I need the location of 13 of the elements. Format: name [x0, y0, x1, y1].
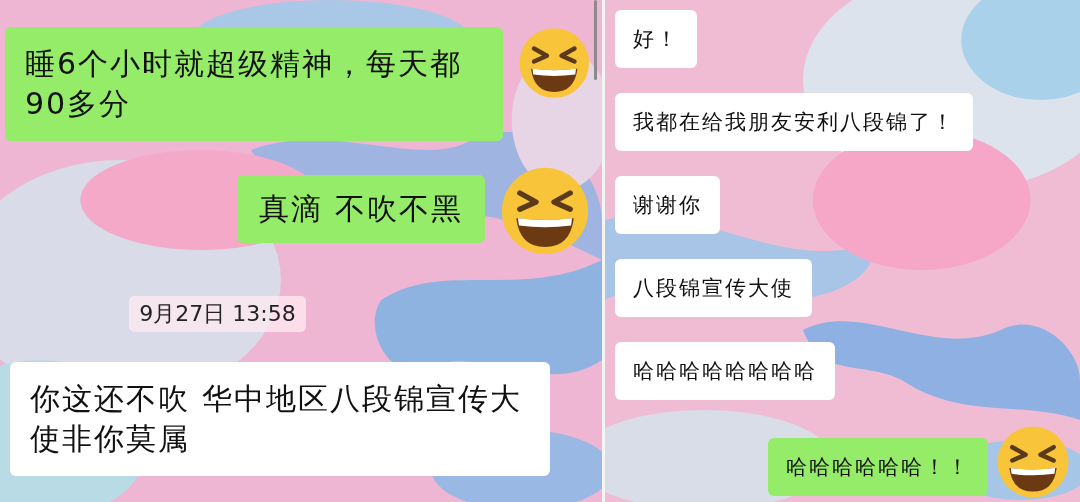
laughing-face-icon[interactable]: [500, 166, 590, 256]
message-bubble: 哈哈哈哈哈哈哈哈: [615, 342, 835, 400]
message-bubble: 哈哈哈哈哈哈！！: [768, 438, 988, 496]
laughing-face-icon[interactable]: [996, 425, 1070, 499]
message-bubble: 好！: [615, 10, 697, 68]
scrollbar[interactable]: [594, 0, 597, 80]
message-bubble: 你这还不吹 华中地区八段锦宣传大使非你莫属: [10, 362, 550, 476]
message-bubble: 谢谢你: [615, 176, 720, 234]
message-bubble: 睡6个小时就超级精神，每天都90多分: [5, 27, 503, 141]
message-bubble: 八段锦宣传大使: [615, 259, 812, 317]
timestamp: 9月27日 13:58: [129, 296, 306, 332]
message-bubble: 我都在给我朋友安利八段锦了！: [615, 93, 973, 151]
message-bubble: 真滴 不吹不黑: [237, 175, 485, 243]
